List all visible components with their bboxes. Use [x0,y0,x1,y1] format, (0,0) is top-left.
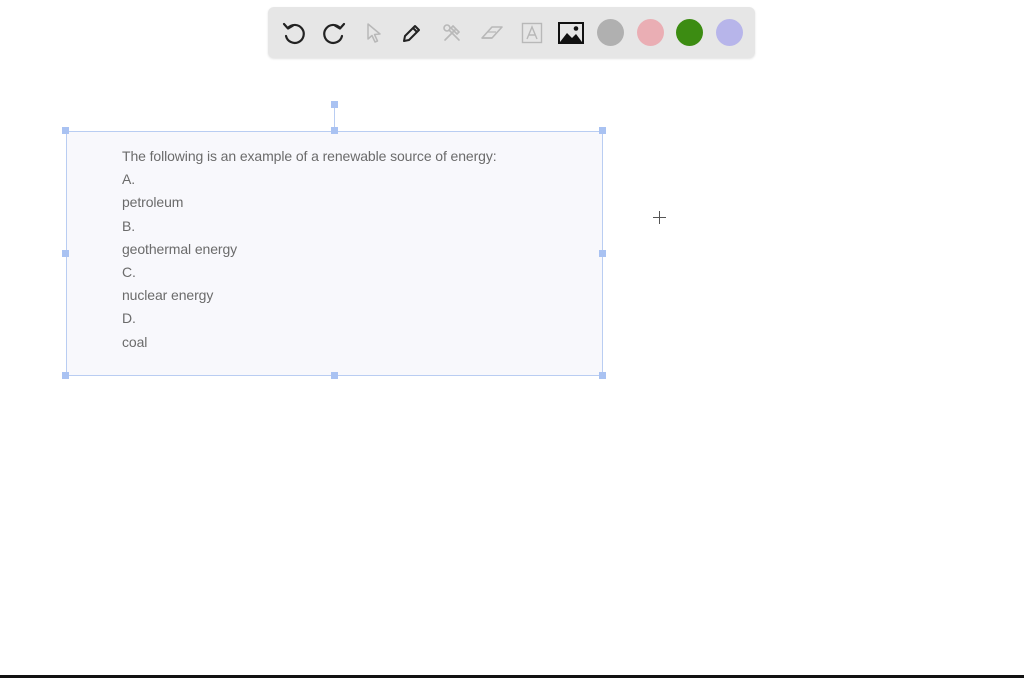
resize-handle-bottom-left[interactable] [62,372,69,379]
option-c-letter: C. [122,264,136,281]
text-box-icon[interactable] [518,19,546,47]
color-swatch-gray[interactable] [597,19,624,46]
rotation-handle[interactable] [331,101,338,108]
question-text: The following is an example of a renewab… [122,145,592,354]
tools-icon[interactable] [438,19,466,47]
select-pointer-icon[interactable] [360,19,388,47]
resize-handle-bottom-right[interactable] [599,372,606,379]
option-b-letter: B. [122,217,136,234]
pen-icon[interactable] [398,19,426,47]
eraser-icon[interactable] [478,19,506,47]
resize-handle-top[interactable] [331,127,338,134]
color-swatch-green[interactable] [676,19,703,46]
color-swatch-lavender[interactable] [716,19,743,46]
resize-handle-bottom[interactable] [331,372,338,379]
option-a-letter: A. [122,171,136,188]
resize-handle-right[interactable] [599,250,606,257]
option-d-text: coal [122,333,148,350]
drawing-toolbar [268,7,755,58]
undo-icon[interactable] [280,19,308,47]
resize-handle-left[interactable] [62,250,69,257]
redo-icon[interactable] [320,19,348,47]
option-d-letter: D. [122,310,136,327]
question-prompt: The following is an example of a renewab… [122,148,497,164]
resize-handle-top-left[interactable] [62,127,69,134]
option-c-text: nuclear energy [122,287,214,304]
image-icon[interactable] [557,19,585,47]
color-swatch-pink[interactable] [637,19,664,46]
crosshair-cursor-icon [653,211,666,224]
whiteboard-canvas[interactable]: The following is an example of a renewab… [0,0,1024,678]
resize-handle-top-right[interactable] [599,127,606,134]
option-a-text: petroleum [122,194,184,211]
option-b-text: geothermal energy [122,240,238,257]
